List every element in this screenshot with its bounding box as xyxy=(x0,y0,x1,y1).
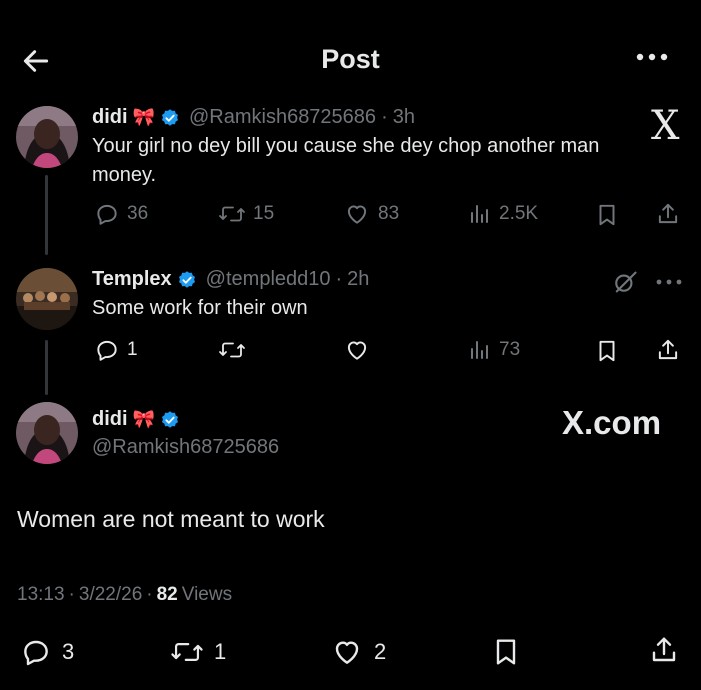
reply-count: 36 xyxy=(127,203,149,224)
post-meta: 13:13 · 3/22/26 · 82 Views xyxy=(17,584,232,606)
thread-line xyxy=(45,175,48,255)
post-time[interactable]: 13:13 xyxy=(17,584,65,606)
tweet-header: didi 🎀 @Ramkish68725686 · 3h xyxy=(92,106,415,129)
views-count: 2.5K xyxy=(499,203,539,224)
bow-emoji: 🎀 xyxy=(132,107,155,127)
views-label: Views xyxy=(181,584,233,605)
page-title: Post xyxy=(321,44,380,74)
reply-button[interactable]: 3 xyxy=(20,636,74,668)
tweet-text: Some work for their own xyxy=(92,297,308,319)
reply-button[interactable]: 1 xyxy=(94,337,138,363)
bookmark-icon[interactable] xyxy=(594,202,620,228)
reply-button[interactable]: 36 xyxy=(94,201,148,227)
thread-line xyxy=(45,340,48,395)
like-count: 2 xyxy=(374,639,387,664)
separator-dot: · xyxy=(146,584,153,605)
repost-count: 15 xyxy=(253,203,275,224)
repost-count: 1 xyxy=(214,639,227,664)
like-count: 83 xyxy=(378,203,400,224)
like-button[interactable]: 2 xyxy=(330,636,386,668)
analytics-icon xyxy=(471,205,488,223)
reply-icon xyxy=(24,640,48,666)
author-name-row: didi 🎀 xyxy=(92,408,180,431)
bookmark-icon[interactable] xyxy=(490,636,522,668)
share-icon[interactable] xyxy=(648,634,680,666)
share-icon[interactable] xyxy=(655,201,681,227)
bookmark-icon[interactable] xyxy=(594,338,620,364)
bow-emoji: 🎀 xyxy=(132,409,155,429)
xcom-watermark: X.com xyxy=(562,404,662,441)
repost-icon xyxy=(219,342,245,358)
like-button[interactable]: 83 xyxy=(343,201,399,227)
separator-dot: · xyxy=(381,106,388,128)
handle[interactable]: @templedd10 xyxy=(206,268,331,291)
more-options-icon[interactable] xyxy=(634,50,670,64)
views-count: 73 xyxy=(499,339,521,360)
share-icon[interactable] xyxy=(655,337,681,363)
timestamp[interactable]: 2h xyxy=(347,268,369,291)
repost-icon xyxy=(171,643,203,661)
repost-button[interactable]: 1 xyxy=(170,636,226,668)
reply-icon xyxy=(97,204,117,225)
verified-badge-icon xyxy=(160,410,180,430)
verified-badge-icon xyxy=(177,270,197,290)
x-logo-text: X xyxy=(651,103,680,149)
views-button[interactable]: 73 xyxy=(468,337,520,363)
tweet-text: Your girl no dey bill you cause she dey … xyxy=(92,135,600,186)
tweet-header: Templex @templedd10 · 2h xyxy=(92,268,369,291)
repost-icon xyxy=(219,206,245,222)
handle[interactable]: @Ramkish68725686 xyxy=(92,436,279,459)
separator-dot: · xyxy=(68,584,75,605)
post-text: Women are not meant to work xyxy=(17,506,325,532)
display-name[interactable]: Templex xyxy=(92,268,172,291)
repost-button[interactable]: 15 xyxy=(218,201,274,227)
more-options-icon[interactable] xyxy=(655,277,683,287)
post-date[interactable]: 3/22/26 xyxy=(79,584,142,606)
x-logo: X xyxy=(651,106,679,146)
handle[interactable]: @Ramkish68725686 xyxy=(189,106,376,129)
repost-button[interactable] xyxy=(218,337,246,363)
analytics-icon xyxy=(471,341,488,359)
avatar[interactable] xyxy=(16,268,78,330)
views-count: 82 xyxy=(156,584,178,605)
timestamp[interactable]: 3h xyxy=(393,106,415,129)
like-button[interactable] xyxy=(343,337,371,363)
heart-icon xyxy=(347,205,367,224)
views-button[interactable]: 2.5K xyxy=(468,201,538,227)
avatar[interactable] xyxy=(16,106,78,168)
heart-icon xyxy=(335,641,359,664)
heart-icon xyxy=(347,341,367,360)
display-name[interactable]: didi xyxy=(92,106,128,129)
display-name[interactable]: didi xyxy=(92,408,128,431)
grok-icon[interactable] xyxy=(611,268,639,296)
reply-count: 1 xyxy=(127,339,138,360)
reply-count: 3 xyxy=(62,639,75,664)
avatar[interactable] xyxy=(16,402,78,464)
reply-icon xyxy=(97,340,117,361)
separator-dot: · xyxy=(335,268,343,290)
verified-badge-icon xyxy=(160,108,180,128)
